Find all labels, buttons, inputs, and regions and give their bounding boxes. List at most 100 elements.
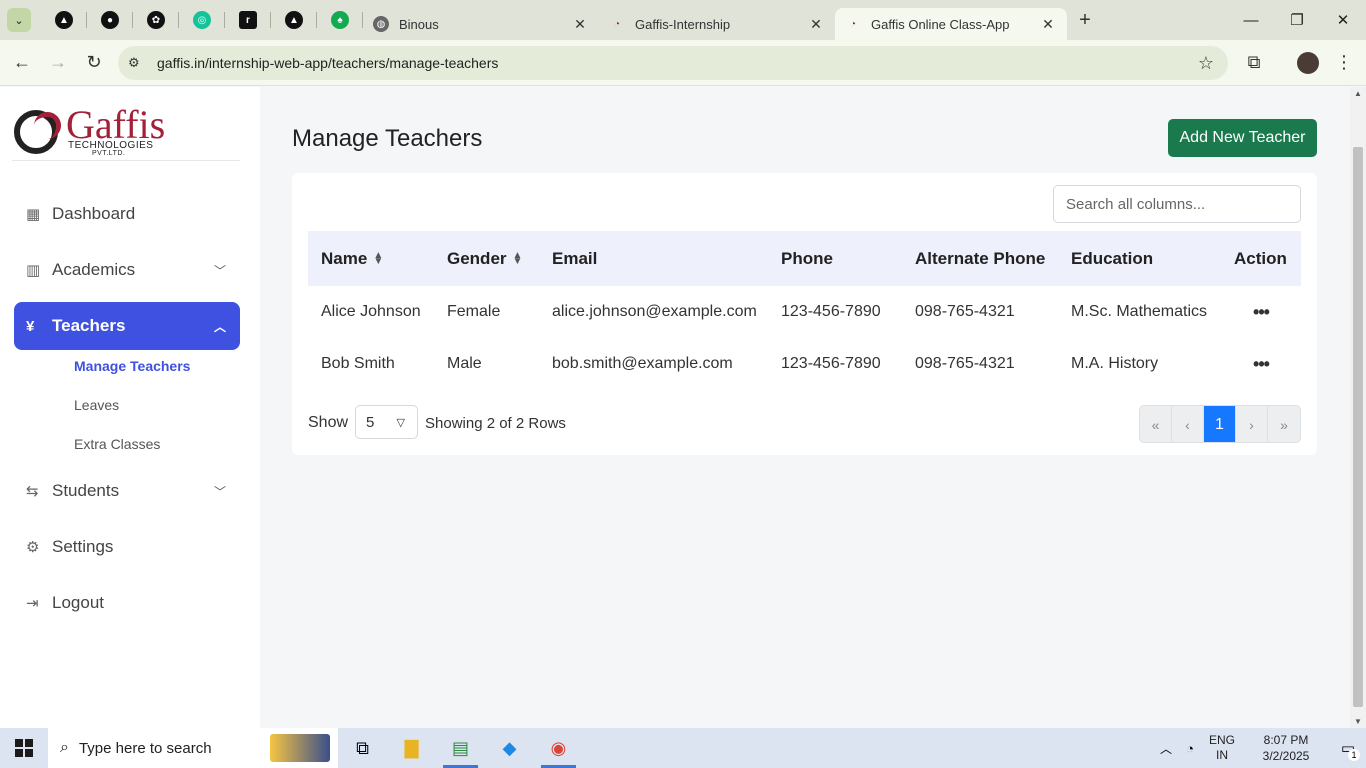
pinned-tab-5[interactable]: r — [225, 0, 271, 40]
close-tab-button[interactable]: ✕ — [807, 15, 825, 33]
taskbar-search[interactable]: ⌕ Type here to search — [48, 728, 338, 768]
browser-menu-button[interactable]: ⋮ — [1326, 45, 1362, 81]
tab-gaffis-online-class-app[interactable]: ◔ Gaffis Online Class-App ✕ — [835, 8, 1067, 40]
task-view-button[interactable]: ⧉ — [338, 728, 387, 768]
back-button[interactable]: ← — [4, 45, 40, 81]
pinned-tab-6[interactable]: ▲ — [271, 0, 317, 40]
column-header-alternate-phone: Alternate Phone — [902, 231, 1058, 286]
chrome-button[interactable]: ◉ — [534, 728, 583, 768]
tab-title: Binous — [399, 16, 439, 32]
clock-date: 3/2/2025 — [1262, 749, 1310, 763]
cell-gender: Male — [447, 355, 482, 372]
sort-icon[interactable]: ▲ ▼ — [373, 251, 383, 267]
site-settings-icon[interactable]: ⚙ — [128, 55, 150, 71]
logo-name: Gaffis — [66, 102, 166, 147]
notification-center-button[interactable]: ▭ 1 — [1330, 739, 1366, 761]
sidebar-item-logout[interactable]: ⇥ Logout — [14, 579, 240, 627]
file-explorer-button[interactable]: ▇ — [387, 728, 436, 768]
next-page-button[interactable]: › — [1236, 406, 1268, 442]
tab-binous[interactable]: ◍ Binous ✕ — [363, 8, 599, 40]
close-tab-button[interactable]: ✕ — [571, 15, 589, 33]
close-icon: ✕ — [1336, 12, 1350, 29]
pinned-tab-2[interactable]: ● — [87, 0, 133, 40]
sidebar-item-settings[interactable]: ⚙ Settings — [14, 523, 240, 571]
triangle-app-icon: ▲ — [55, 11, 73, 29]
logo-subtitle-2: PVT.LTD. — [92, 150, 126, 157]
url-text[interactable]: gaffis.in/internship-web-app/teachers/ma… — [157, 55, 498, 71]
page-scrollbar[interactable]: ▲ ▼ — [1350, 87, 1366, 728]
pinned-tab-7[interactable]: ♠ — [317, 0, 363, 40]
search-highlight-image — [270, 734, 330, 762]
plus-icon: + — [1079, 8, 1091, 31]
forward-button[interactable]: → — [40, 45, 76, 81]
cell-alternate-phone: 098-765-4321 — [915, 303, 1015, 320]
add-new-teacher-button[interactable]: Add New Teacher — [1168, 119, 1317, 157]
cell-phone: 123-456-7890 — [781, 303, 881, 320]
sidebar-item-academics[interactable]: ▥ Academics ﹀ — [14, 246, 240, 294]
page-1-button[interactable]: 1 — [1204, 406, 1236, 442]
puzzle-icon: ⧉ — [1247, 52, 1261, 72]
extensions-button[interactable]: ⧉ — [1236, 45, 1272, 81]
yen-icon: ¥ — [26, 317, 35, 335]
sort-icon[interactable]: ▲ ▼ — [513, 251, 523, 267]
first-page-button[interactable]: « — [1140, 406, 1172, 442]
close-tab-button[interactable]: ✕ — [1039, 15, 1057, 33]
folder-icon: ▇ — [404, 737, 419, 758]
teachers-table-card: Name ▲▼ Gender ▲▼ Email Phone Alternate Ph… — [292, 173, 1317, 455]
page-size-select[interactable]: 5 ▽ — [355, 405, 418, 439]
chevron-up-icon[interactable]: ︿ — [1154, 740, 1178, 757]
minimize-button[interactable]: — — [1228, 0, 1274, 40]
avatar — [1297, 51, 1319, 74]
sidebar-item-teachers[interactable]: ¥ Teachers ︿ — [14, 302, 240, 350]
reload-button[interactable]: ↻ — [76, 45, 112, 81]
restore-button[interactable]: ❐ — [1274, 0, 1320, 40]
restore-icon: ❐ — [1290, 12, 1304, 29]
scrollbar-thumb[interactable] — [1353, 147, 1363, 707]
brand-logo[interactable]: Gaffis TECHNOLOGIES PVT.LTD. — [12, 102, 240, 161]
pinned-tab-4[interactable]: ◎ — [179, 0, 225, 40]
language-indicator[interactable]: ENG IN — [1202, 733, 1242, 763]
close-window-button[interactable]: ✕ — [1320, 0, 1366, 40]
column-label: Name — [321, 248, 368, 268]
tab-gaffis-internship[interactable]: ◔ Gaffis-Internship ✕ — [599, 8, 835, 40]
column-header-name[interactable]: Name ▲ ▼ — [308, 231, 434, 286]
kebab-menu-icon: ⋮ — [1335, 52, 1353, 72]
search-input[interactable] — [1053, 185, 1301, 223]
chart-app-icon: ▤ — [451, 737, 469, 758]
chrome-icon: ◉ — [550, 737, 567, 758]
arrow-right-icon: → — [49, 52, 67, 72]
grammarly-icon: ◎ — [193, 11, 211, 29]
github-icon: ● — [101, 11, 119, 29]
last-page-button[interactable]: » — [1268, 406, 1300, 442]
sidebar-item-dashboard[interactable]: ▦ Dashboard — [14, 190, 240, 238]
sidebar-item-label: Teachers — [52, 316, 126, 335]
clock[interactable]: 8:07 PM 3/2/2025 — [1242, 732, 1330, 764]
row-actions-menu-icon[interactable]: ••• — [1221, 338, 1301, 390]
previous-page-button[interactable]: ‹ — [1172, 406, 1204, 442]
subnav-manage-teachers[interactable]: Manage Teachers — [74, 358, 190, 374]
sidebar-item-students[interactable]: ⇆ Students ﹀ — [14, 467, 240, 515]
bookmark-star-icon[interactable]: ☆ — [1198, 53, 1214, 74]
profile-button[interactable] — [1290, 45, 1326, 81]
scroll-down-icon[interactable]: ▼ — [1354, 717, 1362, 726]
gaffis-logo-mark-icon — [14, 110, 61, 154]
new-tab-button[interactable]: + — [1067, 0, 1103, 40]
pinned-tab-1[interactable]: ▲ — [41, 0, 87, 40]
scroll-up-icon[interactable]: ▲ — [1354, 89, 1362, 98]
cell-gender: Female — [447, 303, 501, 320]
vscode-button[interactable]: ◆ — [485, 728, 534, 768]
column-header-gender[interactable]: Gender ▲ ▼ — [434, 231, 539, 286]
main-content: Manage Teachers Add New Teacher Name ▲▼ G… — [260, 87, 1350, 728]
subnav-extra-classes[interactable]: Extra Classes — [74, 436, 160, 452]
pinned-tab-3[interactable]: ✿ — [133, 0, 179, 40]
task-view-icon: ⧉ — [356, 737, 369, 758]
notion-icon: r — [239, 11, 257, 29]
network-icon[interactable]: ◔ — [1178, 741, 1202, 756]
subnav-leaves[interactable]: Leaves — [74, 397, 119, 413]
task-manager-button[interactable]: ▤ — [436, 728, 485, 768]
language-code: ENG — [1208, 733, 1235, 747]
address-bar[interactable]: ⚙ gaffis.in/internship-web-app/teachers/… — [118, 46, 1228, 80]
row-actions-menu-icon[interactable]: ••• — [1221, 286, 1301, 338]
tab-search-button[interactable]: ⌄ — [7, 8, 31, 32]
start-button[interactable] — [0, 728, 48, 768]
